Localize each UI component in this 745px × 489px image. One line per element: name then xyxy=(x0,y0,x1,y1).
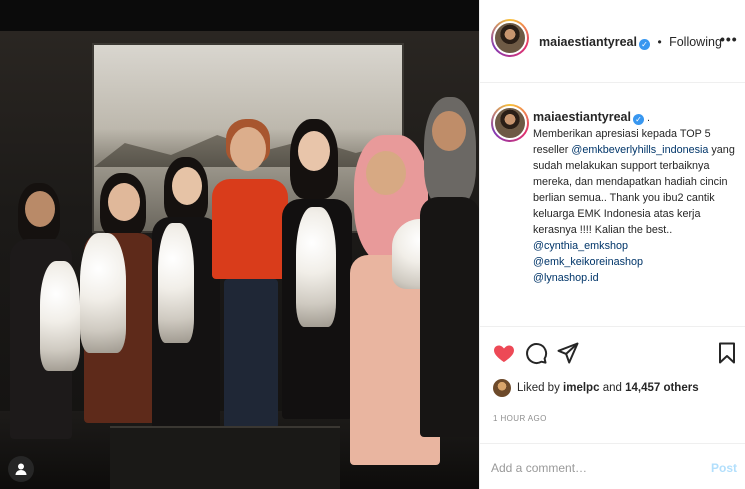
post-sidebar: maiaestiantyreal ✓ • Following ••• maiaes… xyxy=(479,0,745,489)
person-1 xyxy=(8,181,80,471)
caption-text: maiaestiantyreal ✓ . Memberikan apresiasi… xyxy=(533,109,739,286)
caption-username[interactable]: maiaestiantyreal xyxy=(533,110,631,124)
post-actions: Liked by imelpc and 14,457 others 1 HOUR… xyxy=(480,326,745,489)
likes-summary: Liked by imelpc and 14,457 others xyxy=(493,379,699,397)
mention-link[interactable]: @cynthia_emkshop xyxy=(533,240,628,252)
caption-line-2: yang sudah melakukan support terbaiknya … xyxy=(533,144,735,236)
mention-link[interactable]: @emkbeverlyhills_indonesia xyxy=(571,144,708,156)
verified-badge-icon: ✓ xyxy=(632,114,644,125)
liker-avatar[interactable] xyxy=(493,379,511,397)
person-7 xyxy=(420,97,479,457)
author-avatar[interactable] xyxy=(491,19,529,57)
likes-prefix: Liked by xyxy=(517,382,560,394)
comment-icon[interactable] xyxy=(524,341,548,365)
likes-middle: and xyxy=(602,382,622,394)
verified-badge-icon: ✓ xyxy=(638,39,650,50)
post-header: maiaestiantyreal ✓ • Following ••• xyxy=(480,0,745,83)
table xyxy=(110,426,340,489)
person-2 xyxy=(80,173,160,463)
heart-icon[interactable] xyxy=(492,341,516,365)
more-options-icon[interactable]: ••• xyxy=(720,31,738,47)
likes-count[interactable]: 14,457 others xyxy=(625,382,699,394)
post-comment-button[interactable]: Post xyxy=(711,461,737,475)
post-timestamp[interactable]: 1 HOUR AGO xyxy=(493,414,547,423)
user-tag-icon[interactable] xyxy=(8,456,34,482)
comment-input[interactable] xyxy=(491,457,691,479)
bookmark-icon[interactable] xyxy=(715,341,739,365)
mention-link[interactable]: @emk_keikoreinashop xyxy=(533,256,643,268)
header-user-line: maiaestiantyreal ✓ • Following xyxy=(539,33,722,51)
person-4 xyxy=(208,119,292,459)
caption-dot: . xyxy=(646,112,650,124)
mention-link[interactable]: @lynashop.id xyxy=(533,272,599,284)
following-button[interactable]: Following xyxy=(669,35,722,49)
add-comment-bar: Post xyxy=(480,443,745,489)
caption-area: maiaestiantyreal ✓ . Memberikan apresiasi… xyxy=(480,84,745,325)
caption-avatar[interactable] xyxy=(491,104,529,142)
post-photo[interactable] xyxy=(0,31,479,489)
share-icon[interactable] xyxy=(556,341,580,365)
author-username[interactable]: maiaestiantyreal xyxy=(539,35,637,49)
follow-separator: • xyxy=(657,35,662,49)
liker-username[interactable]: imelpc xyxy=(563,382,599,394)
